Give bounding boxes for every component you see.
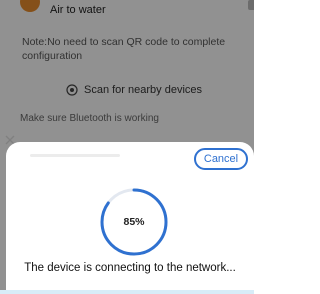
progress-percent: 85% xyxy=(123,216,145,228)
connecting-sheet: Cancel 85% The device is connecting to t… xyxy=(6,142,254,294)
cancel-button[interactable]: Cancel xyxy=(194,148,248,170)
sheet-divider xyxy=(30,154,120,157)
bottom-bar xyxy=(0,290,254,294)
status-message: The device is connecting to the network.… xyxy=(24,262,236,274)
